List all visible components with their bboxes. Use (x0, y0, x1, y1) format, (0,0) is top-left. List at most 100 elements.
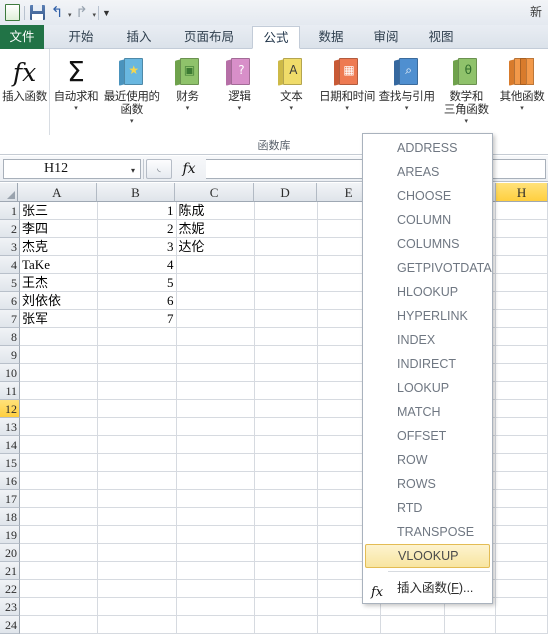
row-header-4[interactable]: 4 (0, 256, 20, 274)
cell-H18[interactable] (496, 508, 548, 525)
cell-C23[interactable] (177, 598, 255, 615)
cell-E24[interactable] (318, 616, 382, 633)
cell-A3[interactable]: 杰克 (20, 238, 99, 255)
menu-item-match[interactable]: MATCH (363, 400, 492, 424)
column-header-B[interactable]: B (96, 183, 176, 202)
cell-C8[interactable] (177, 328, 255, 345)
ribbon-button-9[interactable]: 其他函数 ▾ (496, 49, 548, 135)
redo-dropdown-caret[interactable]: ▾ (93, 11, 97, 19)
cell-B5[interactable]: 5 (98, 274, 177, 291)
cell-B1[interactable]: 1 (98, 202, 177, 219)
cell-C22[interactable] (177, 580, 255, 597)
row-header-2[interactable]: 2 (0, 220, 20, 238)
cell-C13[interactable] (177, 418, 255, 435)
ribbon-button-6[interactable]: ▦ 日期和时间 ▾ (317, 49, 377, 135)
cell-B3[interactable]: 3 (98, 238, 177, 255)
menu-item-row[interactable]: ROW (363, 448, 492, 472)
cell-D23[interactable] (255, 598, 318, 615)
cell-A15[interactable] (20, 454, 99, 471)
cell-A22[interactable] (20, 580, 99, 597)
row-header-6[interactable]: 6 (0, 292, 20, 310)
cell-D5[interactable] (255, 274, 318, 291)
cell-D18[interactable] (255, 508, 318, 525)
cell-C21[interactable] (177, 562, 255, 579)
row-header-24[interactable]: 24 (0, 616, 20, 634)
row-header-8[interactable]: 8 (0, 328, 20, 346)
ribbon-button-caret-icon-2[interactable]: ▾ (130, 118, 134, 126)
cell-C17[interactable] (177, 490, 255, 507)
menu-item-choose[interactable]: CHOOSE (363, 184, 492, 208)
cell-D10[interactable] (255, 364, 318, 381)
cell-D22[interactable] (255, 580, 318, 597)
cell-B8[interactable] (98, 328, 177, 345)
cell-D21[interactable] (255, 562, 318, 579)
menu-item-transpose[interactable]: TRANSPOSE (363, 520, 492, 544)
cell-A19[interactable] (20, 526, 99, 543)
cell-A4[interactable]: TaKe (20, 256, 99, 273)
cell-A20[interactable] (20, 544, 99, 561)
ribbon-button-caret-icon-3[interactable]: ▾ (186, 105, 190, 113)
cell-D12[interactable] (255, 400, 318, 417)
cell-D24[interactable] (255, 616, 318, 633)
cell-B18[interactable] (98, 508, 177, 525)
cell-C11[interactable] (177, 382, 255, 399)
cell-B19[interactable] (98, 526, 177, 543)
cell-B9[interactable] (98, 346, 177, 363)
ribbon-tab-6[interactable]: 审阅 (362, 26, 410, 49)
cell-D3[interactable] (255, 238, 318, 255)
row-header-10[interactable]: 10 (0, 364, 20, 382)
menu-item-insert-function[interactable]: fx 插入函数(F)... (363, 575, 492, 601)
ribbon-button-7[interactable]: ⌕ 查找与引用 ▾ (377, 49, 437, 135)
cell-C12[interactable] (177, 400, 255, 417)
cell-C10[interactable] (177, 364, 255, 381)
ribbon-tab-4[interactable]: 公式 (252, 26, 300, 49)
ribbon-button-caret-icon-5[interactable]: ▾ (290, 105, 294, 113)
row-header-13[interactable]: 13 (0, 418, 20, 436)
cell-A18[interactable] (20, 508, 99, 525)
cell-H19[interactable] (496, 526, 548, 543)
menu-item-rtd[interactable]: RTD (363, 496, 492, 520)
cell-A10[interactable] (20, 364, 99, 381)
cell-A2[interactable]: 李四 (20, 220, 99, 237)
cell-B15[interactable] (98, 454, 177, 471)
select-all-corner[interactable] (0, 183, 18, 202)
cell-A16[interactable] (20, 472, 99, 489)
cell-H13[interactable] (496, 418, 548, 435)
cell-C20[interactable] (177, 544, 255, 561)
customize-qat-icon[interactable]: ▼ (102, 8, 111, 18)
cell-B17[interactable] (98, 490, 177, 507)
cell-H12[interactable] (496, 400, 548, 417)
cell-D14[interactable] (255, 436, 318, 453)
cell-H17[interactable] (496, 490, 548, 507)
row-header-3[interactable]: 3 (0, 238, 20, 256)
cell-C1[interactable]: 陈成 (177, 202, 255, 219)
cell-D2[interactable] (255, 220, 318, 237)
row-header-9[interactable]: 9 (0, 346, 20, 364)
ribbon-button-8[interactable]: θ 数学和 三角函数 ▾ (436, 49, 496, 135)
expand-formula-bar-icon[interactable]: ◟ (146, 158, 172, 179)
cell-B7[interactable]: 7 (98, 310, 177, 327)
cell-A17[interactable] (20, 490, 99, 507)
cell-C6[interactable] (177, 292, 255, 309)
cell-A5[interactable]: 王杰 (20, 274, 99, 291)
redo-icon[interactable]: ↱ (72, 3, 92, 23)
cell-A6[interactable]: 刘依依 (20, 292, 99, 309)
cell-G24[interactable] (445, 616, 497, 633)
ribbon-button-caret-icon-1[interactable]: ▾ (74, 105, 78, 113)
cell-B16[interactable] (98, 472, 177, 489)
cell-C14[interactable] (177, 436, 255, 453)
cell-A24[interactable] (20, 616, 99, 633)
cell-H24[interactable] (496, 616, 548, 633)
cell-C24[interactable] (177, 616, 255, 633)
cell-H5[interactable] (496, 274, 548, 291)
cell-C16[interactable] (177, 472, 255, 489)
name-box-caret-icon[interactable]: ▾ (131, 166, 135, 175)
ribbon-tab-3[interactable]: 页面布局 (172, 26, 246, 49)
ribbon-button-2[interactable]: ★ 最近使用的 函数 ▾ (102, 49, 162, 135)
row-header-14[interactable]: 14 (0, 436, 20, 454)
column-header-H[interactable]: H (496, 183, 548, 202)
cell-H22[interactable] (496, 580, 548, 597)
column-header-C[interactable]: C (175, 183, 254, 202)
row-header-15[interactable]: 15 (0, 454, 20, 472)
cell-D7[interactable] (255, 310, 318, 327)
